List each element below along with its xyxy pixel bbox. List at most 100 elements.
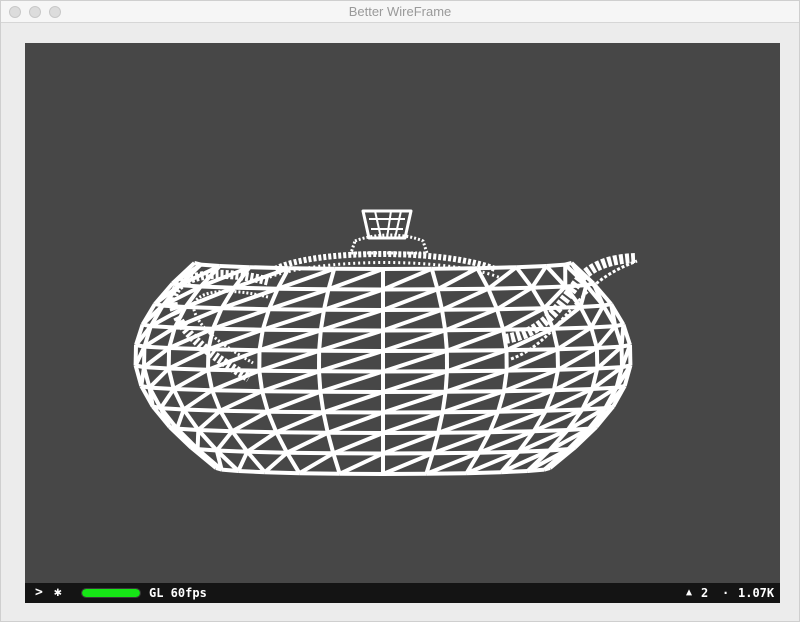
wire-edge [443, 371, 449, 392]
renderer-fps-label: GL 60fps [149, 586, 207, 600]
wire-edge [446, 327, 504, 353]
wire-edge [327, 410, 384, 435]
wire-edge [321, 411, 330, 434]
status-bar: > ✱ GL 60fps ▲ 2 · 1.07K [25, 583, 780, 603]
wire-edge [431, 266, 478, 271]
wire-edge [619, 324, 626, 347]
wire-edge [506, 367, 559, 373]
wire-edge [544, 305, 581, 311]
wireframe-teapot [133, 209, 638, 476]
wire-edge [298, 451, 335, 475]
chevron-right-icon[interactable]: > [35, 583, 43, 603]
wire-edge [445, 389, 504, 394]
wire-edge [215, 429, 234, 452]
wire-edge [246, 430, 278, 454]
wire-edge [210, 389, 223, 412]
wire-edge [263, 451, 289, 474]
wire-edge [530, 264, 548, 289]
wire-edge [196, 409, 222, 432]
wire-edge [257, 370, 265, 392]
wire-edge [167, 347, 210, 371]
wire-edge [185, 305, 222, 311]
wire-edge [446, 348, 507, 353]
wire-edge [220, 408, 268, 414]
wire-edge [144, 344, 170, 350]
wire-edge [565, 283, 587, 289]
wire-edge [274, 431, 289, 454]
wire-edge [267, 409, 324, 415]
wire-edge [445, 327, 504, 333]
wire-edge [207, 367, 260, 373]
wire-edge [486, 287, 499, 310]
wire-edge [382, 410, 444, 435]
wire-edge [441, 286, 490, 312]
wire-edge [488, 285, 532, 291]
wire-edge [288, 266, 335, 271]
wire-edge [441, 389, 505, 415]
wire-edge [429, 268, 440, 290]
wire-edge [382, 348, 448, 374]
wire-edge [443, 330, 449, 351]
wire-edge [502, 306, 546, 332]
wire-edge [200, 284, 235, 290]
wire-edge [207, 327, 264, 352]
wire-edge [440, 309, 448, 331]
wire-edge [262, 327, 321, 333]
3d-viewport[interactable] [25, 43, 780, 583]
wire-edge [546, 262, 566, 268]
wire-edge [264, 470, 300, 476]
wire-edge [382, 369, 448, 394]
wire-edge [589, 304, 606, 329]
wire-edge [436, 266, 479, 292]
wire-edge [323, 287, 384, 312]
wire-edge [198, 428, 233, 434]
wire-edge [139, 366, 146, 387]
wire-edge [505, 347, 559, 373]
wire-edge [557, 346, 598, 372]
fps-meter [81, 588, 141, 598]
wire-edge [552, 325, 592, 331]
wire-edge [159, 387, 176, 410]
wire-edge [477, 265, 517, 271]
dot-icon: · [722, 586, 730, 600]
wire-edge [578, 306, 593, 329]
wire-edge [332, 431, 384, 456]
wire-edge [320, 308, 384, 333]
wire-edge [444, 368, 508, 394]
wire-edge [516, 264, 547, 270]
wire-edge [580, 303, 604, 309]
wire-edge [182, 388, 214, 412]
wire-edge [331, 452, 342, 475]
wire-edge [441, 307, 498, 312]
wire-edge [382, 430, 439, 456]
wire-edge [435, 288, 444, 311]
wire-edge [338, 451, 384, 476]
wire-edge [212, 388, 263, 394]
wire-edge [216, 448, 248, 454]
wire-edge [595, 324, 617, 350]
wire-edge [382, 307, 443, 333]
wire-edge [319, 369, 384, 394]
wire-edge [556, 325, 593, 351]
wire-edge [382, 328, 446, 353]
wire-edge [231, 409, 269, 433]
wire-edge [195, 429, 201, 450]
wire-edge [286, 431, 329, 455]
wire-edge [275, 410, 325, 435]
fps-meter-fill [82, 589, 140, 597]
wire-edge [446, 368, 507, 374]
wire-edge [174, 325, 214, 331]
wire-edge [318, 328, 384, 353]
wire-edge [276, 430, 328, 435]
wire-edge [258, 348, 320, 373]
wire-edge [212, 326, 263, 332]
title-bar: Better WireFrame [1, 1, 799, 23]
triangle-icon: ▲ [686, 587, 693, 598]
wire-edge [219, 389, 263, 413]
wire-edge [149, 385, 174, 391]
wire-edge [259, 348, 320, 353]
wire-edge [230, 430, 249, 453]
wire-edge [232, 429, 277, 435]
gear-icon[interactable]: ✱ [54, 583, 62, 603]
wire-edge [221, 306, 270, 312]
